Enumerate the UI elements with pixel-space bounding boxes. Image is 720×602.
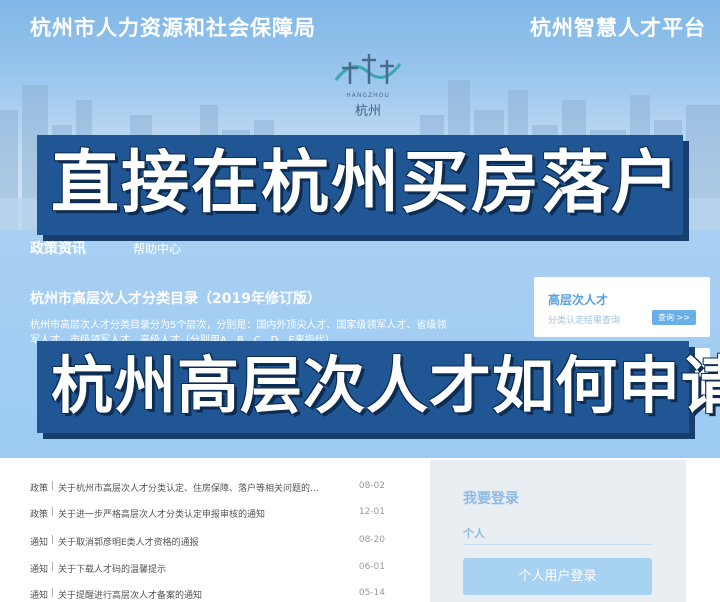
news-date: 05-14 [358,588,385,598]
talent-query-subtitle: 分类认定结果查询 [548,316,621,326]
catalog-title[interactable]: 杭州市高层次人才分类目录（2019年修订版） [30,288,321,308]
list-item[interactable]: 通知 | 关于提醒进行高层次人才备案的通知 05-14 [30,585,385,602]
news-category: 政策 [30,510,49,520]
query-button[interactable]: 查询 >> [652,310,696,325]
site-name: 杭州市人力资源和社会保障局 [30,16,316,40]
news-separator: | [51,535,55,545]
list-item[interactable]: 通知 | 关于取消郭彦明E类人才资格的通报 08-20 [30,532,385,550]
talent-query-title: 高层次人才 [548,293,609,307]
logo-text: 杭州 [354,104,381,119]
tab-help-center[interactable]: 帮助中心 [133,240,181,257]
news-category: 通知 [30,538,49,548]
news-date: 08-20 [358,535,385,545]
list-item[interactable]: 通知 | 关于下载人才码的温馨提示 06-01 [30,559,385,577]
talent-query-card: 高层次人才 分类认定结果查询 查询 >> [534,277,710,337]
news-category: 政策 [30,484,49,494]
news-date: 08-02 [358,481,385,491]
hangzhou-logo: HANGZHOU 杭州 [322,50,414,120]
news-separator: | [51,562,55,572]
news-title[interactable]: 关于下载人才码的温馨提示 [58,562,363,575]
tab-policy-news[interactable]: 政策资讯 [30,238,86,258]
news-category: 通知 [30,591,49,601]
news-separator: | [51,507,55,517]
hangzhou-logo-icon [334,54,402,84]
news-title[interactable]: 关于进一步严格高层次人才分类认定申报审核的通知 [58,507,363,520]
tab-personal[interactable]: 个人 [463,525,485,541]
logo-subtitle: HANGZHOU [346,92,390,99]
platform-name: 杭州智慧人才平台 [530,16,706,40]
personal-login-button[interactable]: 个人用户登录 [463,558,652,595]
news-separator: | [51,588,55,598]
login-title: 我要登录 [463,491,519,507]
caption-top: 直接在杭州买房落户 [37,135,683,235]
news-title[interactable]: 关于提醒进行高层次人才备案的通知 [58,588,363,601]
list-item[interactable]: 政策 | 关于进一步严格高层次人才分类认定申报审核的通知 12-01 [30,504,385,522]
news-category: 通知 [30,565,49,575]
news-title[interactable]: 关于取消郭彦明E类人才资格的通报 [58,535,363,548]
news-separator: | [51,481,55,491]
news-title[interactable]: 关于杭州市高层次人才分类认定、住房保障、落户等相关问题的... [58,481,363,494]
login-panel: 我要登录 个人 个人用户登录 [430,460,686,602]
list-item[interactable]: 政策 | 关于杭州市高层次人才分类认定、住房保障、落户等相关问题的... 08-… [30,478,385,496]
caption-bottom: 杭州高层次人才如何申请 [37,341,720,433]
tab-underline [463,544,652,545]
news-date: 12-01 [358,507,385,517]
news-date: 06-01 [358,562,385,572]
